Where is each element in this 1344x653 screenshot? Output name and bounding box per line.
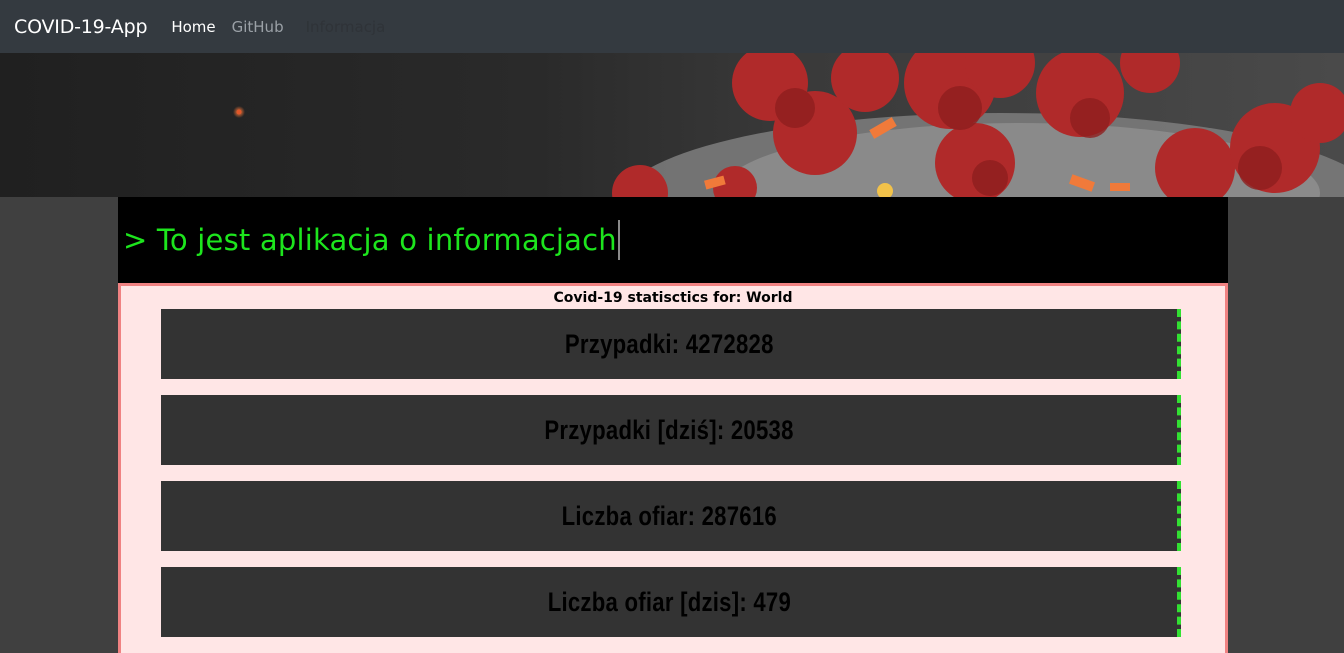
coronavirus-image xyxy=(233,53,1344,197)
stat-card-deaths-today: Liczba ofiar [dzis]: 479 xyxy=(161,567,1181,637)
stat-deaths-today-text: Liczba ofiar [dzis]: 479 xyxy=(547,586,791,617)
nav-link-github[interactable]: GitHub xyxy=(232,18,284,36)
stat-cases-today-text: Przypadki [dziś]: 20538 xyxy=(544,414,794,445)
nav-link-informacja[interactable]: Informacja xyxy=(306,18,386,36)
navbar: COVID-19-App Home GitHub Informacja xyxy=(0,0,1344,53)
hero-banner xyxy=(0,53,1344,197)
stat-card-deaths: Liczba ofiar: 287616 xyxy=(161,481,1181,551)
terminal-text: > To jest aplikacja o informacjach xyxy=(123,223,617,257)
stat-cases-text: Przypadki: 4272828 xyxy=(564,328,774,359)
terminal-banner: > To jest aplikacja o informacjach xyxy=(118,197,1228,283)
text-cursor xyxy=(617,220,620,260)
stat-card-cases: Przypadki: 4272828 xyxy=(161,309,1181,379)
stats-panel: Covid-19 statisctics for: World Przypadk… xyxy=(118,283,1228,653)
stats-title: Covid-19 statisctics for: World xyxy=(553,290,793,306)
nav-link-home[interactable]: Home xyxy=(171,18,215,36)
stat-card-cases-today: Przypadki [dziś]: 20538 xyxy=(161,395,1181,465)
stat-deaths-text: Liczba ofiar: 287616 xyxy=(561,500,777,531)
brand-logo[interactable]: COVID-19-App xyxy=(14,16,148,38)
